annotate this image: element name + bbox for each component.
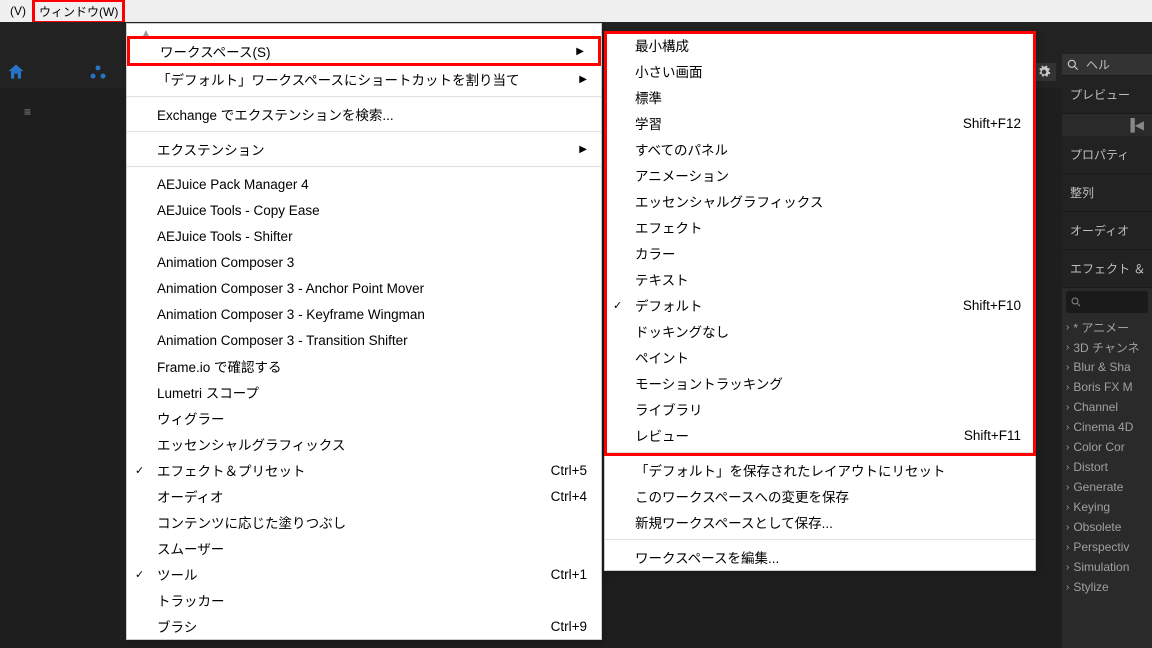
ws-item-effects[interactable]: エフェクト — [605, 214, 1035, 240]
menu-item-exchange-search[interactable]: Exchange でエクステンションを検索... — [127, 101, 601, 127]
menu-item[interactable]: スムーザー — [127, 535, 601, 561]
ws-item-library[interactable]: ライブラリ — [605, 396, 1035, 422]
shortcut-label: Ctrl+4 — [511, 489, 587, 504]
chevron-right-icon: ▶ — [576, 46, 584, 57]
window-menu: ▲ ワークスペース(S)▶ 「デフォルト」ワークスペースにショートカットを割り当… — [126, 23, 602, 640]
menu-item-extension[interactable]: エクステンション▶ — [127, 136, 601, 162]
separator — [605, 539, 1035, 540]
ws-item-reset-layout[interactable]: 「デフォルト」を保存されたレイアウトにリセット — [605, 457, 1035, 483]
menu-item[interactable]: ウィグラー — [127, 405, 601, 431]
separator — [127, 96, 601, 97]
menu-item-audio[interactable]: オーディオ Ctrl+4 — [127, 483, 601, 509]
menu-item[interactable]: Animation Composer 3 — [127, 249, 601, 275]
separator — [127, 166, 601, 167]
menu-item[interactable]: トラッカー — [127, 587, 601, 613]
menu-item[interactable]: AEJuice Tools - Shifter — [127, 223, 601, 249]
ws-item-min[interactable]: 最小構成 — [605, 32, 1035, 58]
ws-item-color[interactable]: カラー — [605, 240, 1035, 266]
preview-controls: ▐◀ — [1062, 114, 1152, 136]
list-item[interactable]: ›Simulation — [1062, 557, 1152, 577]
menu-item-brush[interactable]: ブラシ Ctrl+9 — [127, 613, 601, 639]
menu-item[interactable]: AEJuice Pack Manager 4 — [127, 171, 601, 197]
chevron-right-icon: ▶ — [579, 74, 587, 85]
chevron-right-icon: ▶ — [579, 144, 587, 155]
search-icon — [1066, 58, 1080, 72]
separator — [127, 131, 601, 132]
shortcut-label: Shift+F12 — [923, 116, 1021, 131]
ws-item-paint[interactable]: ペイント — [605, 344, 1035, 370]
home-icon[interactable] — [6, 62, 34, 90]
menu-item[interactable]: コンテンツに応じた塗りつぶし — [127, 509, 601, 535]
menu-item[interactable]: Frame.io で確認する — [127, 353, 601, 379]
checkmark-icon: ✓ — [135, 464, 144, 477]
list-item[interactable]: ›Stylize — [1062, 577, 1152, 597]
ws-item-save-as-new[interactable]: 新規ワークスペースとして保存... — [605, 509, 1035, 535]
ws-item-text[interactable]: テキスト — [605, 266, 1035, 292]
menu-item-tool[interactable]: ✓ ツール Ctrl+1 — [127, 561, 601, 587]
menu-item[interactable]: Animation Composer 3 - Keyframe Wingman — [127, 301, 601, 327]
audio-tab[interactable]: オーディオ — [1062, 212, 1152, 250]
list-item[interactable]: ›Distort — [1062, 457, 1152, 477]
list-item[interactable]: ›Boris FX M — [1062, 377, 1152, 397]
right-panel: ヘル プレビュー ▐◀ プロパティ 整列 オーディオ エフェクト ＆ ›* アニ… — [1062, 54, 1152, 648]
search-icon — [1070, 296, 1082, 308]
preview-tab[interactable]: プレビュー — [1062, 76, 1152, 114]
ws-item-all-panels[interactable]: すべてのパネル — [605, 136, 1035, 162]
ws-item-motion-tracking[interactable]: モーショントラッキング — [605, 370, 1035, 396]
menu-item[interactable]: Animation Composer 3 - Transition Shifte… — [127, 327, 601, 353]
menu-item[interactable]: Lumetri スコープ — [127, 379, 601, 405]
menu-item[interactable]: エッセンシャルグラフィックス — [127, 431, 601, 457]
workspace-submenu: 最小構成 小さい画面 標準 学習 Shift+F12 すべてのパネル アニメーシ… — [604, 31, 1036, 571]
ws-item-learn[interactable]: 学習 Shift+F12 — [605, 110, 1035, 136]
list-item[interactable]: ›Perspectiv — [1062, 537, 1152, 557]
help-search-label: ヘル — [1086, 56, 1110, 73]
list-item[interactable]: ›Color Cor — [1062, 437, 1152, 457]
property-tab[interactable]: プロパティ — [1062, 136, 1152, 174]
skip-end-icon[interactable]: ▐◀ — [1126, 118, 1144, 132]
list-item[interactable]: ›* アニメー — [1062, 317, 1152, 337]
ws-item-edit-ws[interactable]: ワークスペースを編集... — [605, 544, 1035, 570]
list-item[interactable]: ›Generate — [1062, 477, 1152, 497]
ws-item-review[interactable]: レビュー Shift+F11 — [605, 422, 1035, 448]
shortcut-label: Ctrl+9 — [511, 619, 587, 634]
menu-view[interactable]: (V) — [4, 2, 32, 20]
list-item[interactable]: ›Cinema 4D — [1062, 417, 1152, 437]
ws-item-no-docking[interactable]: ドッキングなし — [605, 318, 1035, 344]
list-item[interactable]: ›Blur & Sha — [1062, 357, 1152, 377]
menu-item[interactable]: Animation Composer 3 - Anchor Point Move… — [127, 275, 601, 301]
list-icon[interactable]: ≡ — [24, 105, 31, 119]
list-item[interactable]: ›Obsolete — [1062, 517, 1152, 537]
menu-item-effects-presets[interactable]: ✓ エフェクト＆プリセット Ctrl+5 — [127, 457, 601, 483]
menu-item-assign-shortcut[interactable]: 「デフォルト」ワークスペースにショートカットを割り当て▶ — [127, 66, 601, 92]
shortcut-label: Shift+F11 — [924, 428, 1021, 443]
ws-item-default[interactable]: ✓ デフォルト Shift+F10 — [605, 292, 1035, 318]
list-item[interactable]: ›3D チャンネ — [1062, 337, 1152, 357]
checkmark-icon: ✓ — [135, 568, 144, 581]
ws-item-animation[interactable]: アニメーション — [605, 162, 1035, 188]
shortcut-label: Ctrl+1 — [511, 567, 587, 582]
help-search[interactable]: ヘル — [1062, 54, 1152, 76]
ws-item-essential-gfx[interactable]: エッセンシャルグラフィックス — [605, 188, 1035, 214]
checkmark-icon: ✓ — [613, 299, 622, 312]
menu-bar: (V) ウィンドウ(W) — [0, 0, 1152, 22]
effects-list: ›* アニメー ›3D チャンネ ›Blur & Sha ›Boris FX M… — [1062, 313, 1152, 601]
shortcut-label: Shift+F10 — [923, 298, 1021, 313]
list-item[interactable]: ›Channel — [1062, 397, 1152, 417]
effects-presets-tab[interactable]: エフェクト ＆ — [1062, 250, 1152, 288]
menu-item-workspace[interactable]: ワークスペース(S)▶ — [127, 36, 601, 66]
ws-item-small-screen[interactable]: 小さい画面 — [605, 58, 1035, 84]
shortcut-label: Ctrl+5 — [511, 463, 587, 478]
list-item[interactable]: ›Keying — [1062, 497, 1152, 517]
effects-search[interactable] — [1066, 291, 1148, 313]
ws-item-save-changes[interactable]: このワークスペースへの変更を保存 — [605, 483, 1035, 509]
menu-item[interactable]: AEJuice Tools - Copy Ease — [127, 197, 601, 223]
workspace-icon[interactable] — [88, 62, 116, 90]
ws-item-standard[interactable]: 標準 — [605, 84, 1035, 110]
menu-window[interactable]: ウィンドウ(W) — [32, 0, 125, 24]
separator — [605, 452, 1035, 453]
align-tab[interactable]: 整列 — [1062, 174, 1152, 212]
